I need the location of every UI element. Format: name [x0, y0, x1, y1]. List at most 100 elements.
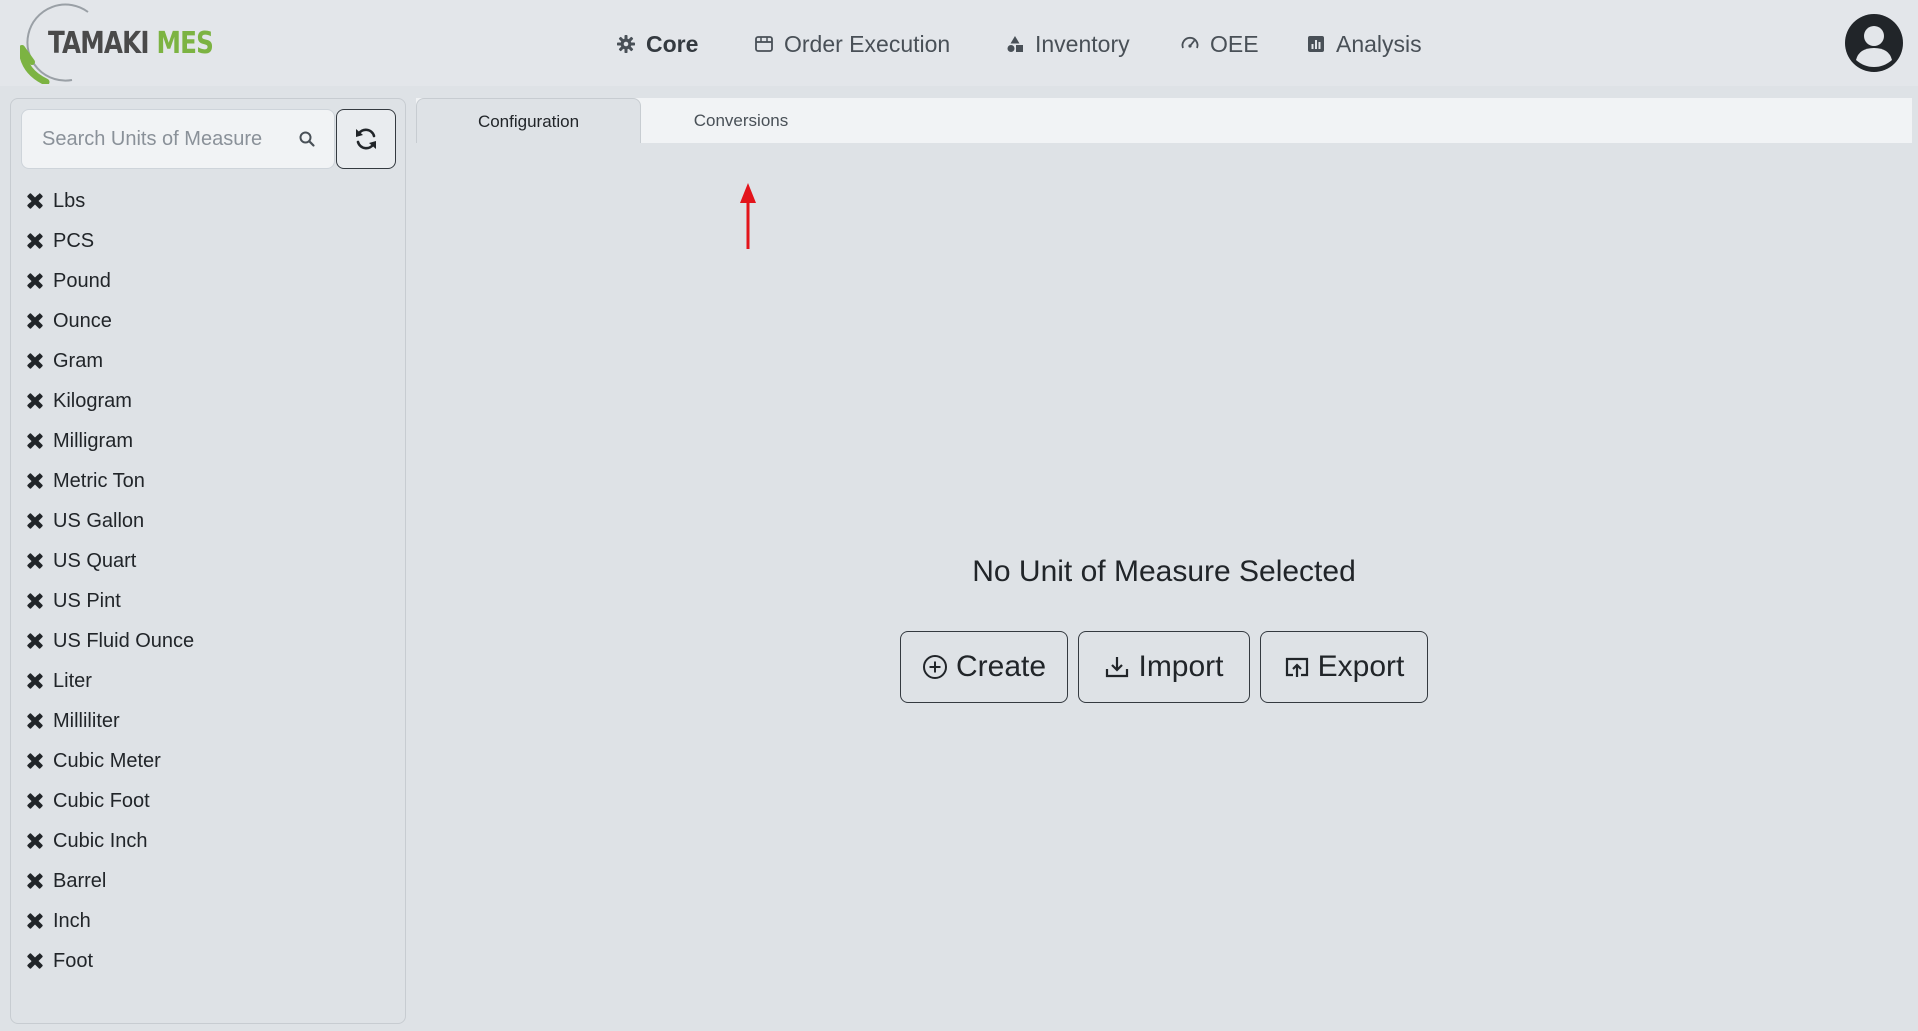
nav-inventory-label: Inventory: [1035, 30, 1130, 57]
tab-conversions-label: Conversions: [693, 111, 789, 130]
list-item[interactable]: Ounce: [25, 301, 194, 341]
ruler-pencil-icon: [27, 792, 43, 809]
list-item-label: Milliliter: [53, 709, 120, 732]
action-buttons: Create Import Export: [900, 631, 1428, 703]
ruler-pencil-icon: [27, 352, 43, 369]
uom-sidebar: Lbs PCS Pound Ounce Gram Kilogram Milligram Met…: [10, 98, 406, 1024]
list-item-label: US Quart: [53, 549, 137, 572]
list-item[interactable]: Lbs: [25, 181, 194, 221]
nav-core-label: Core: [646, 30, 699, 57]
download-icon: [1106, 657, 1129, 678]
list-item-label: Milligram: [53, 429, 133, 452]
list-item-label: Pound: [53, 269, 111, 292]
list-item-label: Gram: [53, 349, 103, 372]
export-button-label: Export: [1317, 650, 1405, 683]
detail-content: No Unit of Measure Selected Create Impor…: [416, 143, 1912, 1024]
tab-configuration-label: Configuration: [477, 111, 580, 131]
list-item[interactable]: Pound: [25, 261, 194, 301]
plus-circle-icon: [922, 655, 947, 679]
list-item-label: Inch: [53, 909, 91, 932]
create-button[interactable]: Create: [900, 631, 1068, 703]
ruler-pencil-icon: [27, 192, 43, 209]
nav-order-execution[interactable]: Order Execution: [754, 28, 950, 60]
list-item[interactable]: Inch: [25, 901, 194, 941]
tab-bar: Configuration Conversions: [416, 97, 1912, 144]
top-navbar: TAMAKI MES Core Order Execution Inventor…: [0, 0, 1918, 86]
list-item[interactable]: Cubic Meter: [25, 741, 194, 781]
ruler-pencil-icon: [27, 872, 43, 889]
list-item[interactable]: US Gallon: [25, 501, 194, 541]
ruler-pencil-icon: [27, 432, 43, 449]
ruler-pencil-icon: [27, 312, 43, 329]
list-item[interactable]: Barrel: [25, 861, 194, 901]
search-icon[interactable]: [298, 130, 316, 148]
list-item-label: US Pint: [53, 589, 121, 612]
list-item[interactable]: Liter: [25, 661, 194, 701]
list-item-label: Barrel: [53, 869, 107, 892]
ruler-pencil-icon: [27, 712, 43, 729]
uom-list: Lbs PCS Pound Ounce Gram Kilogram Milligram Met…: [25, 181, 194, 981]
list-item[interactable]: Cubic Foot: [25, 781, 194, 821]
ruler-pencil-icon: [27, 912, 43, 929]
ruler-pencil-icon: [27, 752, 43, 769]
list-item[interactable]: Metric Ton: [25, 461, 194, 501]
list-item[interactable]: US Quart: [25, 541, 194, 581]
box-arrow-up-icon: [1285, 657, 1308, 677]
ruler-pencil-icon: [27, 672, 43, 689]
main-panel: Configuration Conversions No Unit of Mea…: [416, 97, 1912, 1024]
ruler-pencil-icon: [27, 632, 43, 649]
list-item[interactable]: US Fluid Ounce: [25, 621, 194, 661]
list-item-label: Ounce: [53, 309, 112, 332]
search-input[interactable]: [22, 110, 292, 168]
list-item[interactable]: Gram: [25, 341, 194, 381]
nav-oee[interactable]: OEE: [1180, 28, 1259, 60]
create-button-label: Create: [955, 650, 1047, 683]
ruler-pencil-icon: [27, 952, 43, 969]
list-item[interactable]: Milliliter: [25, 701, 194, 741]
ruler-pencil-icon: [27, 392, 43, 409]
user-circle-icon[interactable]: [1845, 14, 1903, 72]
nav-analysis[interactable]: Analysis: [1306, 28, 1422, 60]
list-item-label: Cubic Inch: [53, 829, 148, 852]
shapes-icon: [1007, 36, 1023, 52]
import-button[interactable]: Import: [1078, 631, 1250, 703]
list-item-label: US Gallon: [53, 509, 145, 532]
refresh-icon: [356, 128, 376, 150]
list-item-label: Cubic Foot: [53, 789, 150, 812]
ruler-pencil-icon: [27, 832, 43, 849]
list-item[interactable]: Milligram: [25, 421, 194, 461]
main-nav: Core Order Execution Inventory OEE Analy…: [0, 0, 1918, 86]
tab-configuration[interactable]: Configuration: [416, 98, 641, 144]
list-item-label: Metric Ton: [53, 469, 145, 492]
list-item-label: Lbs: [53, 189, 86, 212]
nav-oee-label: OEE: [1210, 30, 1259, 57]
search-box: [21, 109, 335, 169]
bar-chart-icon: [1308, 36, 1324, 52]
empty-state-title: No Unit of Measure Selected: [972, 555, 1356, 588]
list-item[interactable]: Kilogram: [25, 381, 194, 421]
list-item-label: Kilogram: [53, 389, 132, 412]
export-button[interactable]: Export: [1260, 631, 1428, 703]
speedometer-icon: [1181, 36, 1199, 49]
ruler-pencil-icon: [27, 512, 43, 529]
gear-icon: [617, 35, 635, 53]
ruler-pencil-icon: [27, 592, 43, 609]
tab-conversions[interactable]: Conversions: [641, 98, 841, 144]
list-item[interactable]: US Pint: [25, 581, 194, 621]
nav-inventory[interactable]: Inventory: [1005, 28, 1130, 60]
nav-analysis-label: Analysis: [1336, 30, 1422, 57]
refresh-button[interactable]: [336, 109, 396, 169]
calendar-icon: [755, 36, 773, 52]
list-item-label: US Fluid Ounce: [53, 629, 195, 652]
list-item-label: Foot: [53, 949, 94, 972]
nav-core[interactable]: Core: [616, 28, 698, 60]
ruler-pencil-icon: [27, 232, 43, 249]
list-item[interactable]: Cubic Inch: [25, 821, 194, 861]
import-button-label: Import: [1138, 650, 1224, 683]
annotation-arrow-icon: [740, 183, 756, 249]
ruler-pencil-icon: [27, 472, 43, 489]
ruler-pencil-icon: [27, 272, 43, 289]
ruler-pencil-icon: [27, 552, 43, 569]
list-item[interactable]: PCS: [25, 221, 194, 261]
list-item[interactable]: Foot: [25, 941, 194, 981]
